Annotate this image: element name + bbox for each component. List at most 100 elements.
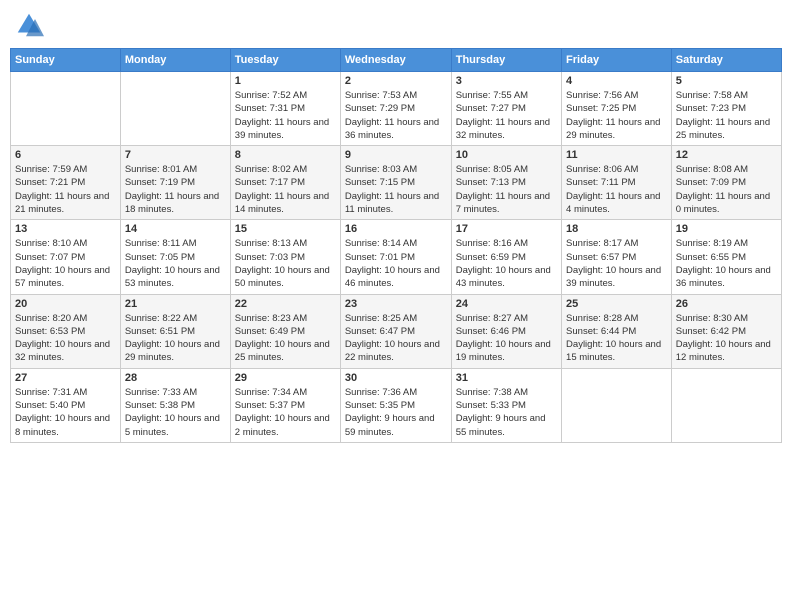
day-number: 4 [566,75,667,87]
calendar-cell: 12 Sunrise: 8:08 AM Sunset: 7:09 PM Dayli… [671,146,781,220]
calendar-cell: 28 Sunrise: 7:33 AM Sunset: 5:38 PM Dayli… [120,368,230,442]
day-of-week-header: Wednesday [340,49,451,72]
day-of-week-header: Monday [120,49,230,72]
logo [14,10,48,40]
day-of-week-header: Thursday [451,49,561,72]
day-info: Sunrise: 7:33 AM Sunset: 5:38 PM Dayligh… [125,386,226,439]
day-info: Sunrise: 8:22 AM Sunset: 6:51 PM Dayligh… [125,312,226,365]
calendar-header-row: SundayMondayTuesdayWednesdayThursdayFrid… [11,49,782,72]
calendar-week-row: 13Sunrise: 8:10 AM Sunset: 7:07 PM Dayli… [11,220,782,294]
calendar-cell: 19 Sunrise: 8:19 AM Sunset: 6:55 PM Dayli… [671,220,781,294]
calendar-cell: 22 Sunrise: 8:23 AM Sunset: 6:49 PM Dayli… [230,294,340,368]
day-number: 7 [125,149,226,161]
day-info: Sunrise: 8:01 AM Sunset: 7:19 PM Dayligh… [125,163,226,216]
day-number: 19 [676,223,777,235]
day-info: Sunrise: 7:34 AM Sunset: 5:37 PM Dayligh… [235,386,336,439]
calendar-cell: 14 Sunrise: 8:11 AM Sunset: 7:05 PM Dayli… [120,220,230,294]
calendar-cell: 21 Sunrise: 8:22 AM Sunset: 6:51 PM Dayli… [120,294,230,368]
day-number: 27 [15,372,116,384]
day-info: Sunrise: 8:20 AM Sunset: 6:53 PM Dayligh… [15,312,116,365]
day-info: Sunrise: 8:11 AM Sunset: 7:05 PM Dayligh… [125,237,226,290]
day-number: 25 [566,298,667,310]
day-number: 26 [676,298,777,310]
day-info: Sunrise: 8:14 AM Sunset: 7:01 PM Dayligh… [345,237,447,290]
day-info: Sunrise: 8:13 AM Sunset: 7:03 PM Dayligh… [235,237,336,290]
day-info: Sunrise: 8:23 AM Sunset: 6:49 PM Dayligh… [235,312,336,365]
calendar-cell: 31Sunrise: 7:38 AM Sunset: 5:33 PM Dayli… [451,368,561,442]
day-number: 12 [676,149,777,161]
calendar-cell: 18 Sunrise: 8:17 AM Sunset: 6:57 PM Dayli… [562,220,672,294]
calendar-cell: 26 Sunrise: 8:30 AM Sunset: 6:42 PM Dayli… [671,294,781,368]
day-of-week-header: Sunday [11,49,121,72]
calendar-cell: 1 Sunrise: 7:52 AM Sunset: 7:31 PM Daylig… [230,72,340,146]
day-info: Sunrise: 8:05 AM Sunset: 7:13 PM Dayligh… [456,163,557,216]
day-number: 2 [345,75,447,87]
page-header [10,10,782,40]
calendar-cell: 9Sunrise: 8:03 AM Sunset: 7:15 PM Daylig… [340,146,451,220]
calendar-cell [562,368,672,442]
calendar-cell [671,368,781,442]
day-of-week-header: Friday [562,49,672,72]
day-info: Sunrise: 8:19 AM Sunset: 6:55 PM Dayligh… [676,237,777,290]
day-number: 28 [125,372,226,384]
calendar-cell: 8 Sunrise: 8:02 AM Sunset: 7:17 PM Daylig… [230,146,340,220]
calendar-cell: 13Sunrise: 8:10 AM Sunset: 7:07 PM Dayli… [11,220,121,294]
calendar-cell: 4 Sunrise: 7:56 AM Sunset: 7:25 PM Daylig… [562,72,672,146]
day-number: 30 [345,372,447,384]
calendar-cell: 11Sunrise: 8:06 AM Sunset: 7:11 PM Dayli… [562,146,672,220]
day-info: Sunrise: 7:58 AM Sunset: 7:23 PM Dayligh… [676,89,777,142]
day-info: Sunrise: 7:52 AM Sunset: 7:31 PM Dayligh… [235,89,336,142]
calendar-cell: 3 Sunrise: 7:55 AM Sunset: 7:27 PM Daylig… [451,72,561,146]
day-info: Sunrise: 8:28 AM Sunset: 6:44 PM Dayligh… [566,312,667,365]
day-number: 18 [566,223,667,235]
day-info: Sunrise: 7:59 AM Sunset: 7:21 PM Dayligh… [15,163,116,216]
calendar-cell: 15 Sunrise: 8:13 AM Sunset: 7:03 PM Dayli… [230,220,340,294]
calendar-week-row: 27Sunrise: 7:31 AM Sunset: 5:40 PM Dayli… [11,368,782,442]
day-number: 6 [15,149,116,161]
calendar-cell [120,72,230,146]
calendar-cell: 29 Sunrise: 7:34 AM Sunset: 5:37 PM Dayli… [230,368,340,442]
calendar-cell: 2Sunrise: 7:53 AM Sunset: 7:29 PM Daylig… [340,72,451,146]
calendar-table: SundayMondayTuesdayWednesdayThursdayFrid… [10,48,782,443]
day-info: Sunrise: 8:16 AM Sunset: 6:59 PM Dayligh… [456,237,557,290]
calendar-cell: 30 Sunrise: 7:36 AM Sunset: 5:35 PM Dayli… [340,368,451,442]
day-number: 29 [235,372,336,384]
day-number: 1 [235,75,336,87]
day-number: 23 [345,298,447,310]
day-info: Sunrise: 8:25 AM Sunset: 6:47 PM Dayligh… [345,312,447,365]
day-info: Sunrise: 7:36 AM Sunset: 5:35 PM Dayligh… [345,386,447,439]
day-number: 9 [345,149,447,161]
calendar-cell: 25 Sunrise: 8:28 AM Sunset: 6:44 PM Dayli… [562,294,672,368]
day-number: 31 [456,372,557,384]
day-number: 11 [566,149,667,161]
day-number: 17 [456,223,557,235]
calendar-week-row: 1 Sunrise: 7:52 AM Sunset: 7:31 PM Daylig… [11,72,782,146]
day-info: Sunrise: 7:56 AM Sunset: 7:25 PM Dayligh… [566,89,667,142]
day-number: 20 [15,298,116,310]
day-info: Sunrise: 8:02 AM Sunset: 7:17 PM Dayligh… [235,163,336,216]
day-info: Sunrise: 7:55 AM Sunset: 7:27 PM Dayligh… [456,89,557,142]
calendar-cell: 16 Sunrise: 8:14 AM Sunset: 7:01 PM Dayli… [340,220,451,294]
day-number: 22 [235,298,336,310]
day-number: 24 [456,298,557,310]
day-info: Sunrise: 8:27 AM Sunset: 6:46 PM Dayligh… [456,312,557,365]
logo-icon [14,10,44,40]
day-of-week-header: Tuesday [230,49,340,72]
day-number: 3 [456,75,557,87]
day-number: 8 [235,149,336,161]
calendar-cell: 24 Sunrise: 8:27 AM Sunset: 6:46 PM Dayli… [451,294,561,368]
day-info: Sunrise: 8:17 AM Sunset: 6:57 PM Dayligh… [566,237,667,290]
calendar-cell [11,72,121,146]
day-number: 15 [235,223,336,235]
day-of-week-header: Saturday [671,49,781,72]
day-number: 16 [345,223,447,235]
day-number: 14 [125,223,226,235]
calendar-cell: 20 Sunrise: 8:20 AM Sunset: 6:53 PM Dayli… [11,294,121,368]
day-number: 21 [125,298,226,310]
day-info: Sunrise: 8:08 AM Sunset: 7:09 PM Dayligh… [676,163,777,216]
day-info: Sunrise: 8:30 AM Sunset: 6:42 PM Dayligh… [676,312,777,365]
day-number: 10 [456,149,557,161]
day-number: 5 [676,75,777,87]
calendar-cell: 10 Sunrise: 8:05 AM Sunset: 7:13 PM Dayli… [451,146,561,220]
calendar-cell: 17 Sunrise: 8:16 AM Sunset: 6:59 PM Dayli… [451,220,561,294]
